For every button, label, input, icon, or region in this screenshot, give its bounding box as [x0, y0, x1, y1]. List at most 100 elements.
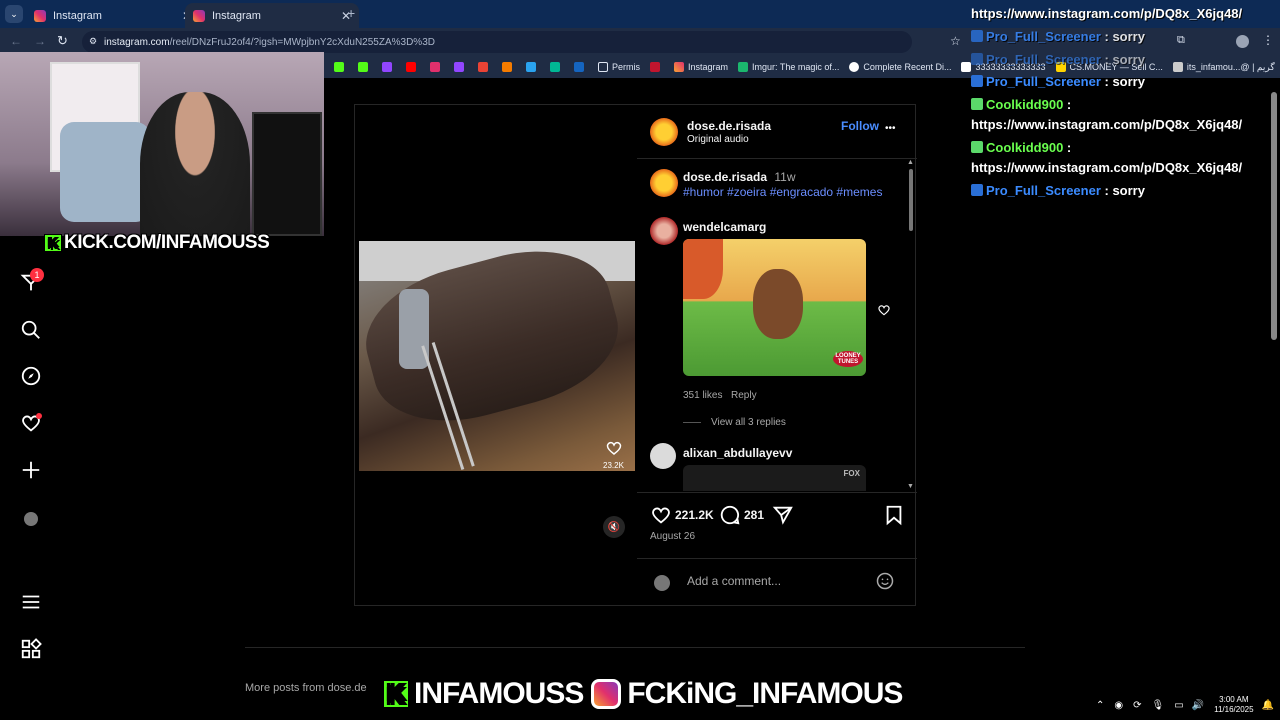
site-info-icon[interactable]: ⚙ — [89, 36, 97, 47]
bookmark-kick-2[interactable] — [358, 62, 372, 72]
bookmark-instagram[interactable]: Instagram — [674, 62, 728, 72]
comment-like-icon[interactable] — [877, 303, 891, 322]
forward-icon[interactable]: → — [34, 34, 46, 48]
caption-tags[interactable]: #humor #zoeira #engracado #memes — [683, 185, 882, 199]
back-icon[interactable]: ← — [10, 34, 22, 48]
profile-avatar[interactable] — [1236, 35, 1249, 48]
comment-username-2[interactable]: alixan_abdullayevv — [683, 446, 792, 460]
bookmark-other-3[interactable] — [550, 62, 564, 72]
comments-scroll-area[interactable]: dose.de.risada 11w #humor #zoeira #engra… — [637, 159, 915, 491]
heart-icon[interactable] — [20, 412, 42, 434]
caption-avatar[interactable] — [650, 169, 678, 197]
comment-count[interactable]: 281 — [744, 508, 764, 522]
url-bar[interactable]: ⚙ instagram.com/reel/DNzFruJ2of4/?igsh=M… — [82, 31, 912, 53]
more-apps-icon[interactable] — [20, 638, 42, 660]
comment-username[interactable]: wendelcamarg — [683, 220, 766, 234]
like-count[interactable]: 221.2K — [675, 508, 714, 522]
clock[interactable]: 3:00 AM 11/16/2025 — [1214, 695, 1253, 715]
follow-button[interactable]: Follow — [841, 119, 879, 133]
add-comment-input[interactable]: Add a comment... — [687, 574, 867, 588]
mute-button[interactable]: 🔇 — [603, 516, 625, 538]
volume-icon[interactable]: 🔊 — [1192, 700, 1204, 711]
comment-button[interactable] — [719, 504, 741, 531]
chat-line: https://www.instagram.com/p/DQ8x_X6jq48/ — [971, 6, 1243, 21]
author-avatar[interactable] — [650, 118, 678, 146]
more-options-button[interactable]: ••• — [885, 123, 896, 134]
emoji-icon[interactable] — [875, 571, 895, 596]
comment-likes[interactable]: 351 likes — [683, 390, 722, 401]
comment-media-2[interactable]: FOX — [683, 465, 866, 491]
discord-icon[interactable]: ◉ — [1114, 700, 1123, 711]
bookmark-other-2[interactable] — [526, 62, 540, 72]
reload-icon[interactable]: ↻ — [57, 33, 68, 49]
like-button[interactable] — [650, 504, 672, 531]
bookmark-star-icon[interactable]: ☆ — [950, 34, 961, 48]
tab-list-dropdown[interactable]: ⌄ — [5, 5, 23, 23]
view-replies-button[interactable]: View all 3 replies — [711, 417, 786, 428]
bookmark-twitch[interactable] — [382, 62, 396, 72]
bookmark-instagram-icon[interactable] — [430, 62, 444, 72]
tab-instagram-2[interactable]: Instagram ✕ — [185, 3, 359, 28]
bookmark-folder-permis[interactable]: Permis — [598, 62, 640, 72]
bookmark-kick-1[interactable] — [334, 62, 348, 72]
menu-icon[interactable] — [20, 591, 42, 613]
original-audio[interactable]: Original audio — [687, 134, 749, 145]
bookmark-youtube[interactable] — [406, 62, 420, 72]
notification-badge: 1 — [30, 268, 44, 282]
bookmark-other-4[interactable] — [574, 62, 588, 72]
tab-title: Instagram — [53, 9, 102, 22]
clock-time: 3:00 AM — [1219, 695, 1249, 704]
network-icon[interactable]: ▭ — [1174, 700, 1183, 711]
bookmark-imgur[interactable]: Imgur: The magic of... — [738, 62, 839, 72]
bookmark-twitch-2[interactable] — [454, 62, 468, 72]
profile-avatar-icon[interactable] — [24, 512, 38, 526]
author-username[interactable]: dose.de.risada — [687, 119, 771, 133]
chat-line: Pro_Full_Screener : sorry — [971, 52, 1145, 67]
create-icon[interactable] — [20, 459, 42, 481]
sync-icon[interactable]: ⟳ — [1133, 700, 1141, 711]
microphone-icon[interactable]: 🎙 — [1151, 700, 1164, 711]
commenter-avatar — [654, 575, 670, 591]
scroll-down-arrow[interactable]: ▼ — [907, 483, 914, 490]
replies-line — [683, 422, 701, 423]
comment-avatar[interactable] — [650, 217, 678, 245]
reel-video[interactable]: 23.2K — [359, 241, 635, 471]
post-date[interactable]: August 26 — [650, 531, 695, 542]
video-like-count: 23.2K — [603, 461, 624, 470]
new-tab-button[interactable]: + — [347, 5, 355, 21]
tab-title: Instagram — [212, 9, 261, 22]
chat-line: Coolkidd900 : — [971, 97, 1071, 112]
video-like-icon[interactable] — [605, 439, 623, 462]
bookmark-red[interactable] — [650, 62, 664, 72]
tray-overflow-icon[interactable]: ⌃ — [1096, 700, 1104, 711]
chat-line: Pro_Full_Screener : sorry — [971, 74, 1145, 89]
bookmark-gmail[interactable] — [478, 62, 492, 72]
explore-icon[interactable] — [20, 365, 42, 387]
tab-instagram-1[interactable]: Instagram ✕ — [26, 3, 200, 28]
extensions-icon[interactable]: ⧉ — [1177, 34, 1185, 47]
media-label: FOX — [843, 469, 860, 478]
gif-tree — [683, 239, 723, 299]
comment-gif[interactable]: LOONEY TUNES — [683, 239, 866, 376]
scroll-up-arrow[interactable]: ▲ — [907, 159, 914, 166]
save-button[interactable] — [883, 504, 905, 531]
bookmark-other[interactable] — [502, 62, 516, 72]
comment-reply-button[interactable]: Reply — [731, 390, 757, 401]
browser-menu-icon[interactable]: ⋮ — [1262, 33, 1274, 47]
bookmark-infamous[interactable]: its_infamou...@ | گریم — [1172, 62, 1275, 73]
more-posts-heading[interactable]: More posts from dose.de — [245, 682, 385, 694]
caption-username[interactable]: dose.de.risada — [683, 170, 767, 184]
webcam-pc — [252, 112, 322, 236]
bookmark-github[interactable]: Complete Recent Di... — [849, 62, 951, 72]
actions-divider — [637, 492, 917, 493]
notification-center-icon[interactable]: 🔔 — [1262, 700, 1274, 711]
kick-url: KICK.COM/INFAMOUSS — [64, 232, 270, 253]
comments-scrollbar[interactable] — [909, 169, 913, 231]
notifications-icon[interactable]: 1 — [20, 268, 44, 294]
page-scrollbar[interactable] — [1271, 92, 1277, 340]
search-icon[interactable] — [20, 319, 42, 341]
share-button[interactable] — [772, 504, 794, 531]
instagram-icon — [34, 9, 46, 22]
comment-avatar-2[interactable] — [650, 443, 676, 469]
reel-video-area[interactable]: 23.2K 🔇 — [355, 105, 637, 605]
